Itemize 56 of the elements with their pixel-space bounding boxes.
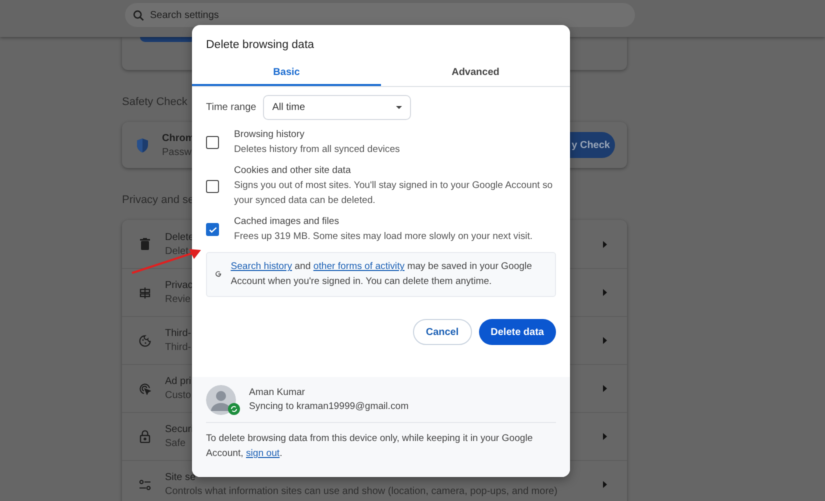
info-text: Search history and other forms of activity may be saved in your Google Account when you're signed in. You can delete them anytime. [230,260,533,289]
shield-icon [136,138,149,152]
time-range-dropdown[interactable]: All time [263,95,412,120]
setting-description: Custo [165,390,192,401]
google-logo-icon [215,268,222,280]
option-title: Cookies and other site data [234,165,351,177]
setting-title: Ad pri [165,376,192,387]
checkmark-icon [208,226,216,232]
setting-description: Delet [165,246,188,256]
signpost-icon [139,286,151,298]
option-description: your synced data can be deleted. [234,195,376,207]
chevron-right-icon[interactable] [603,289,607,296]
trash-icon [139,238,151,250]
chevron-right-icon[interactable] [603,433,607,440]
sign-out-note: To delete browsing data from this device only, while keeping it in your Google Account, sign out. [206,432,534,461]
checkbox[interactable] [206,180,219,192]
option-description: Frees up 319 MB. Some sites may load more slowly on your next visit. [234,231,533,243]
setting-description: Safe [165,438,186,449]
dialog-title: Delete browsing data [205,38,316,53]
search-field[interactable]: Search settings [125,3,635,27]
caret-icon [396,106,402,109]
account-name: Aman Kumar [249,387,305,398]
setting-title: Third- [165,328,192,339]
link[interactable]: Search history [230,261,292,272]
section-heading: Safety Check [122,96,188,109]
link[interactable]: other forms of activity [313,261,405,272]
chevron-right-icon[interactable] [603,337,607,344]
cursor-target-icon [139,382,151,394]
card-subtitle: Passw [162,146,192,158]
checkbox[interactable] [206,223,219,236]
setting-title: Privac [165,280,193,291]
field-label: Time range [206,102,256,113]
sliders-icon [139,478,151,490]
cookie-icon [139,334,151,346]
option-title: Browsing history [234,129,304,141]
chevron-right-icon[interactable] [603,481,607,488]
delete-button[interactable]: Delete data [478,319,556,345]
sync-badge-icon [228,403,240,415]
arrow-annotation [131,247,203,275]
setting-description: Third- [165,342,192,353]
avatar [206,384,236,414]
option-title: Cached images and files [234,216,340,228]
lock-icon [139,430,151,443]
tab[interactable]: Basic [192,62,381,86]
option-description: Signs you out of most sites. You'll stay signed in to your Google Account so [234,180,553,192]
chevron-right-icon[interactable] [603,385,607,392]
setting-title: Site se [165,472,196,483]
sync-status: Syncing to kraman19999@gmail.com [249,401,409,412]
option-description: Deletes history from all synced devices [234,144,400,156]
setting-description: Controls what information sites can use and show (location, camera, pop-ups, and more) [165,486,558,497]
checkbox[interactable] [206,136,219,149]
cancel-button[interactable]: Cancel [412,319,472,345]
setting-description: Revie [165,294,191,305]
tab[interactable]: Advanced [381,62,570,86]
sign-out-link[interactable]: sign out [246,448,280,459]
chevron-right-icon[interactable] [603,240,607,248]
